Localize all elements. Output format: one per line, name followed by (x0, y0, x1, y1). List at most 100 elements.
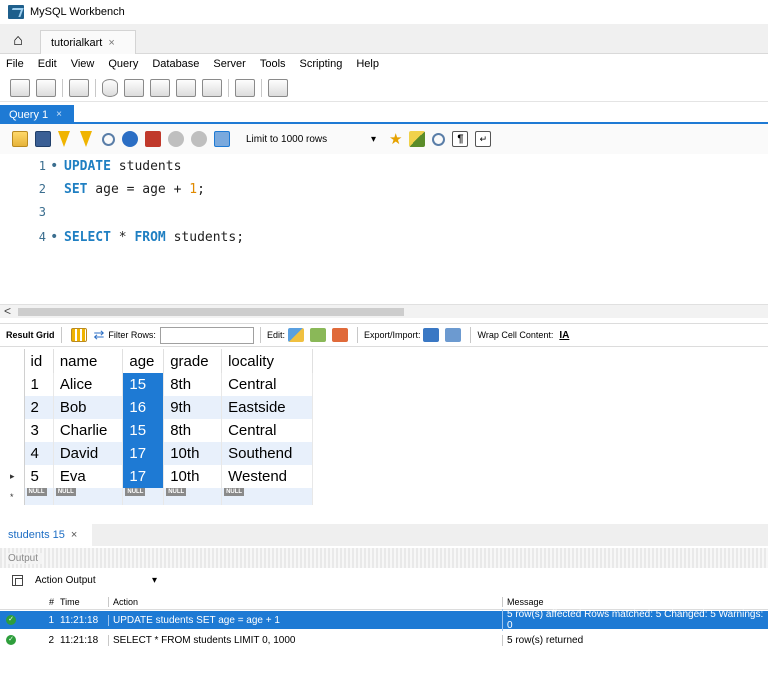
table-row[interactable]: 1 Alice 15 8th Central (8, 373, 313, 396)
sql-editor[interactable]: 1 • UPDATE students 2 SET age = age + 1;… (0, 154, 768, 304)
menu-server[interactable]: Server (213, 58, 245, 70)
cell-age[interactable]: 15 (122, 373, 165, 396)
copy-icon[interactable] (12, 574, 23, 586)
cell-locality[interactable]: Eastside (221, 396, 313, 419)
invisible-characters-icon[interactable]: ¶ (452, 131, 469, 147)
menu-tools[interactable]: Tools (260, 58, 286, 70)
cell-grade[interactable]: 8th (163, 419, 223, 442)
cell-age[interactable]: 17 (122, 442, 165, 465)
reconnect-icon[interactable] (268, 78, 288, 97)
cell-grade[interactable]: 8th (163, 373, 223, 396)
rollback-icon[interactable] (191, 131, 207, 147)
output-row[interactable]: ✓ 2 11:21:18 SELECT * FROM students LIMI… (0, 631, 768, 649)
table-row[interactable]: 3 Charlie 15 8th Central (8, 419, 313, 442)
table-row[interactable]: 4 David 17 10th Southend (8, 442, 313, 465)
execute-statement-icon[interactable] (80, 131, 92, 147)
refresh-icon[interactable]: ⇄ (94, 327, 105, 343)
star-icon[interactable]: ★ (389, 130, 402, 148)
new-sql-tab-icon[interactable] (10, 78, 30, 97)
cell-locality[interactable]: Central (221, 419, 313, 442)
menu-query[interactable]: Query (108, 58, 138, 70)
cell-name-null[interactable]: NULL (53, 488, 124, 505)
export-icon[interactable] (423, 328, 440, 342)
cell-id-null[interactable]: NULL (24, 488, 54, 505)
scrollbar-thumb[interactable] (18, 308, 404, 316)
find-icon[interactable] (432, 132, 446, 146)
current-row-marker-icon[interactable]: ▸ (8, 465, 25, 488)
table-row[interactable]: ▸ 5 Eva 17 10th Westend (8, 465, 313, 488)
cell-id[interactable]: 4 (24, 442, 54, 465)
row-gutter[interactable] (8, 373, 25, 396)
cell-name[interactable]: Alice (53, 373, 124, 396)
new-row-marker-icon[interactable]: * (8, 488, 25, 505)
save-icon[interactable] (35, 131, 51, 147)
close-icon[interactable]: × (108, 37, 114, 49)
tab-students-15[interactable]: students 15 × (0, 524, 92, 546)
menu-help[interactable]: Help (356, 58, 379, 70)
cell-grade[interactable]: 10th (163, 442, 223, 465)
output-type-select[interactable]: Action Output ▾ (31, 572, 161, 588)
close-icon[interactable]: × (56, 109, 62, 120)
create-procedure-icon[interactable] (176, 78, 196, 97)
auto-commit-icon[interactable] (214, 131, 230, 147)
column-header-name[interactable]: name (53, 349, 124, 373)
execute-icon[interactable] (58, 131, 70, 147)
toggle-continue-on-error-icon[interactable] (145, 131, 161, 147)
menu-scripting[interactable]: Scripting (300, 58, 343, 70)
cell-grade[interactable]: 9th (163, 396, 223, 419)
cell-age[interactable]: 17 (122, 465, 165, 488)
time-column-header[interactable]: Time (58, 597, 108, 607)
commit-icon[interactable] (168, 131, 184, 147)
search-table-data-icon[interactable] (235, 78, 255, 97)
cell-locality[interactable]: Southend (221, 442, 313, 465)
tab-query-1[interactable]: Query 1 × (0, 105, 74, 124)
result-grid-label[interactable]: Result Grid (6, 330, 55, 340)
scroll-left-icon[interactable]: < (4, 304, 11, 318)
cell-locality[interactable]: Central (221, 373, 313, 396)
create-view-icon[interactable] (150, 78, 170, 97)
cell-age[interactable]: 16 (122, 396, 165, 419)
close-icon[interactable]: × (71, 529, 77, 541)
output-row[interactable]: ✓ 1 11:21:18 UPDATE students SET age = a… (0, 609, 768, 631)
open-file-icon[interactable] (12, 131, 28, 147)
filter-rows-input[interactable] (159, 326, 254, 344)
create-schema-icon[interactable] (102, 78, 118, 97)
stop-icon[interactable] (122, 131, 138, 147)
edit-current-row-icon[interactable] (287, 328, 304, 342)
cell-id[interactable]: 1 (24, 373, 54, 396)
cell-name[interactable]: Bob (53, 396, 124, 419)
word-wrap-icon[interactable]: ↵ (475, 131, 492, 147)
row-gutter[interactable] (8, 419, 25, 442)
column-header-grade[interactable]: grade (163, 349, 223, 373)
column-header-id[interactable]: id (24, 349, 54, 373)
import-icon[interactable] (445, 328, 462, 342)
cell-grade-null[interactable]: NULL (163, 488, 223, 505)
row-gutter[interactable] (8, 396, 25, 419)
grid-view-icon[interactable] (70, 328, 87, 342)
wrap-cell-icon[interactable]: IA (559, 330, 569, 341)
cell-name[interactable]: Eva (53, 465, 124, 488)
cell-age-null[interactable]: NULL (122, 488, 165, 505)
delete-row-icon[interactable] (331, 328, 348, 342)
cell-id[interactable]: 2 (24, 396, 54, 419)
menu-file[interactable]: File (6, 58, 24, 70)
cell-id[interactable]: 3 (24, 419, 54, 442)
action-column-header[interactable]: Action (108, 596, 502, 607)
cell-locality-null[interactable]: NULL (221, 488, 313, 505)
beautify-icon[interactable] (409, 131, 426, 147)
new-row[interactable]: * NULL NULL NULL NULL NULL (8, 488, 313, 505)
create-function-icon[interactable] (202, 78, 222, 97)
menu-edit[interactable]: Edit (38, 58, 57, 70)
menu-view[interactable]: View (71, 58, 95, 70)
number-column-header[interactable]: # (22, 597, 58, 607)
cell-locality[interactable]: Westend (221, 465, 313, 488)
editor-horizontal-scrollbar[interactable]: < (0, 304, 768, 318)
insert-new-row-icon[interactable] (309, 328, 326, 342)
cell-id[interactable]: 5 (24, 465, 54, 488)
menu-database[interactable]: Database (152, 58, 199, 70)
table-row[interactable]: 2 Bob 16 9th Eastside (8, 396, 313, 419)
explain-icon[interactable] (102, 132, 115, 146)
inspector-icon[interactable] (69, 78, 89, 97)
message-column-header[interactable]: Message (502, 596, 768, 607)
column-header-locality[interactable]: locality (221, 349, 313, 373)
